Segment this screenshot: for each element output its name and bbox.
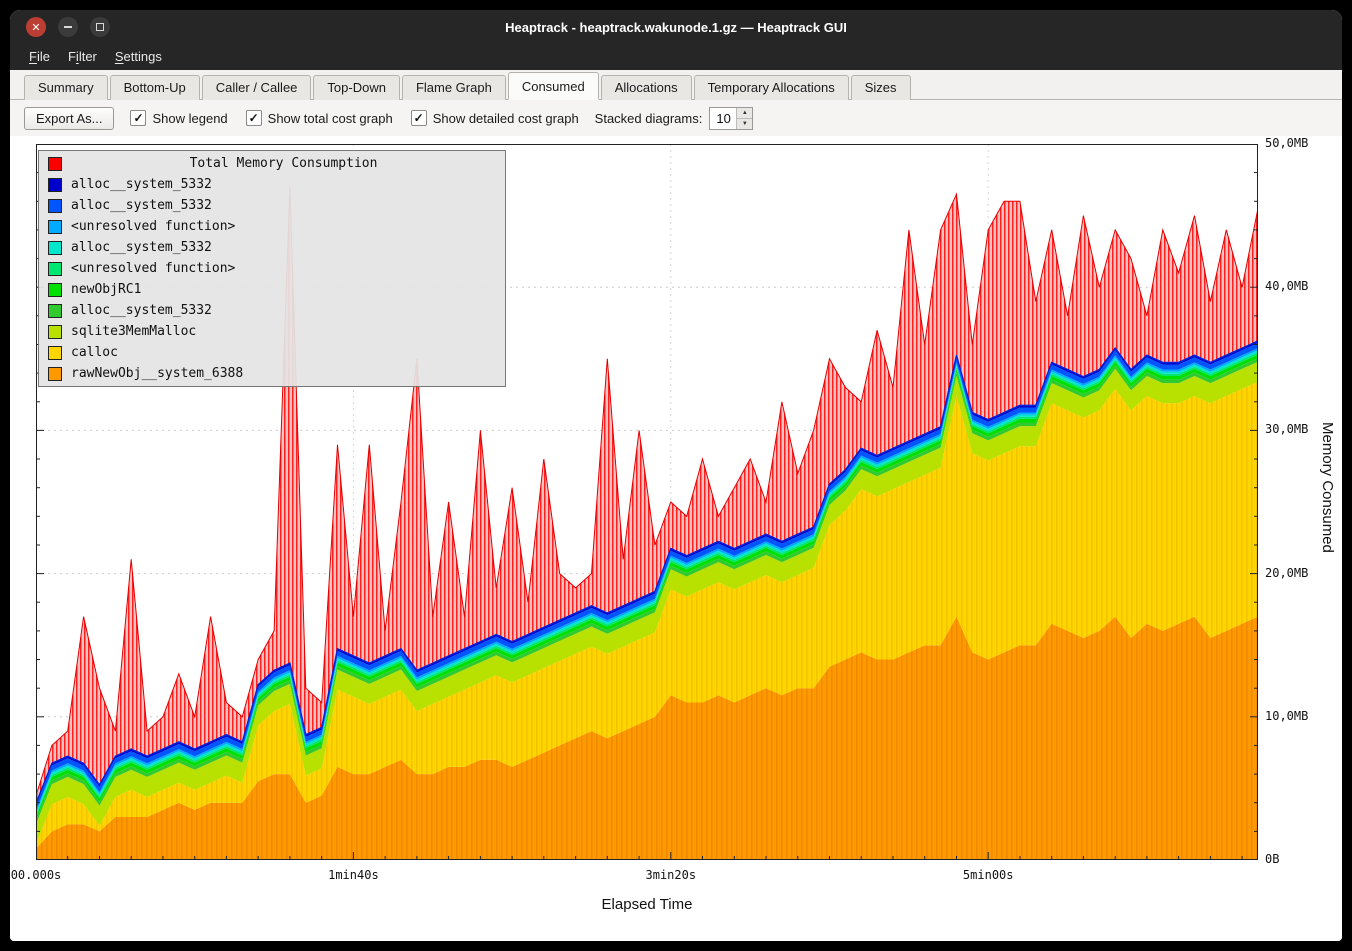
legend-item: <unresolved function>: [39, 216, 505, 237]
checkbox-box: ✓: [130, 110, 146, 126]
legend-item: <unresolved function>: [39, 258, 505, 279]
y-axis-tick-label: 50,0MB: [1265, 136, 1308, 150]
y-axis-title: Memory Consumed: [1319, 422, 1336, 553]
legend-swatch: [48, 325, 62, 339]
legend-item: newObjRC1: [39, 279, 505, 300]
legend-label: alloc__system_5332: [71, 303, 212, 318]
minimize-button[interactable]: [58, 17, 78, 37]
legend-title: Total Memory Consumption: [71, 156, 496, 171]
export-as-button[interactable]: Export As...: [24, 107, 114, 130]
tab-top-down[interactable]: Top-Down: [313, 75, 400, 100]
x-axis-title: Elapsed Time: [36, 896, 1258, 913]
tab-allocations[interactable]: Allocations: [601, 75, 692, 100]
x-axis-tick-label: 3min20s: [646, 868, 697, 882]
y-axis-tick-label: 20,0MB: [1265, 566, 1308, 580]
x-axis-tick-label: 5min00s: [963, 868, 1014, 882]
checkbox-label: Show detailed cost graph: [433, 111, 579, 126]
y-axis-tick-label: 30,0MB: [1265, 422, 1308, 436]
legend-swatch: [48, 346, 62, 360]
tab-consumed[interactable]: Consumed: [508, 72, 599, 100]
legend-label: calloc: [71, 345, 118, 360]
legend-title-row: Total Memory Consumption: [39, 153, 505, 174]
legend-label: newObjRC1: [71, 282, 141, 297]
spinner-down-button[interactable]: ▼: [737, 119, 752, 129]
legend-swatch: [48, 283, 62, 297]
legend-swatch: [48, 199, 62, 213]
toolbar: Export As... ✓ Show legend ✓ Show total cos…: [10, 100, 1342, 136]
legend-label: <unresolved function>: [71, 219, 235, 234]
checkbox-box: ✓: [411, 110, 427, 126]
maximize-icon: [96, 23, 104, 31]
legend-item: alloc__system_5332: [39, 174, 505, 195]
window-title: Heaptrack - heaptrack.wakunode.1.gz — He…: [505, 20, 847, 35]
title-bar: ✕ Heaptrack - heaptrack.wakunode.1.gz — …: [10, 10, 1342, 44]
legend-swatch: [48, 304, 62, 318]
y-axis-tick-label: 0B: [1265, 852, 1279, 866]
x-axis-tick-label: 00.000s: [11, 868, 62, 882]
minimize-icon: [64, 26, 72, 28]
legend-label: sqlite3MemMalloc: [71, 324, 196, 339]
y-axis-tick-label: 40,0MB: [1265, 279, 1308, 293]
checkbox-label: Show legend: [152, 111, 227, 126]
chart-legend: Total Memory Consumption alloc__system_5…: [38, 150, 506, 387]
legend-item: alloc__system_5332: [39, 300, 505, 321]
stacked-diagrams-label: Stacked diagrams:: [595, 111, 703, 126]
checkbox-box: ✓: [246, 110, 262, 126]
legend-item: calloc: [39, 342, 505, 363]
tab-bottom-up[interactable]: Bottom-Up: [110, 75, 200, 100]
legend-swatch: [48, 241, 62, 255]
maximize-button[interactable]: [90, 17, 110, 37]
spinner-up-button[interactable]: ▲: [737, 108, 752, 119]
checkbox-label: Show total cost graph: [268, 111, 393, 126]
tab-summary[interactable]: Summary: [24, 75, 108, 100]
legend-item: sqlite3MemMalloc: [39, 321, 505, 342]
tab-temporary-allocations[interactable]: Temporary Allocations: [694, 75, 849, 100]
checkbox-show-total-cost-graph[interactable]: ✓ Show total cost graph: [246, 110, 393, 126]
close-button[interactable]: ✕: [26, 17, 46, 37]
tab-bar: SummaryBottom-UpCaller / CalleeTop-DownF…: [10, 70, 1342, 100]
tab-sizes[interactable]: Sizes: [851, 75, 911, 100]
legend-label: alloc__system_5332: [71, 198, 212, 213]
tab-flame-graph[interactable]: Flame Graph: [402, 75, 506, 100]
stacked-diagrams-group: Stacked diagrams: 10 ▲ ▼: [595, 107, 754, 130]
legend-label: rawNewObj__system_6388: [71, 366, 243, 381]
x-axis-tick-label: 1min40s: [328, 868, 379, 882]
legend-item: alloc__system_5332: [39, 195, 505, 216]
stacked-diagrams-spinbox[interactable]: 10 ▲ ▼: [709, 107, 753, 130]
app-window: ✕ Heaptrack - heaptrack.wakunode.1.gz — …: [10, 10, 1342, 941]
spinner-buttons: ▲ ▼: [736, 108, 752, 129]
menu-file[interactable]: File: [20, 44, 59, 70]
legend-swatch: [48, 262, 62, 276]
legend-item: rawNewObj__system_6388: [39, 363, 505, 384]
menu-bar: FileFilterSettings: [10, 44, 1342, 70]
stacked-diagrams-value[interactable]: 10: [710, 108, 736, 129]
legend-swatch: [48, 178, 62, 192]
menu-filter[interactable]: Filter: [59, 44, 106, 70]
legend-label: <unresolved function>: [71, 261, 235, 276]
chart-area: Total Memory Consumption alloc__system_5…: [10, 136, 1342, 941]
menu-settings[interactable]: Settings: [106, 44, 171, 70]
legend-swatch: [48, 220, 62, 234]
window-controls: ✕: [26, 17, 110, 37]
y-axis-tick-label: 10,0MB: [1265, 709, 1308, 723]
legend-item: alloc__system_5332: [39, 237, 505, 258]
checkbox-show-legend[interactable]: ✓ Show legend: [130, 110, 227, 126]
legend-title-swatch: [48, 157, 62, 171]
legend-swatch: [48, 367, 62, 381]
checkbox-show-detailed-cost-graph[interactable]: ✓ Show detailed cost graph: [411, 110, 579, 126]
tab-caller-callee[interactable]: Caller / Callee: [202, 75, 312, 100]
legend-label: alloc__system_5332: [71, 177, 212, 192]
legend-label: alloc__system_5332: [71, 240, 212, 255]
checkbox-group: ✓ Show legend ✓ Show total cost graph ✓ Show …: [130, 110, 578, 126]
